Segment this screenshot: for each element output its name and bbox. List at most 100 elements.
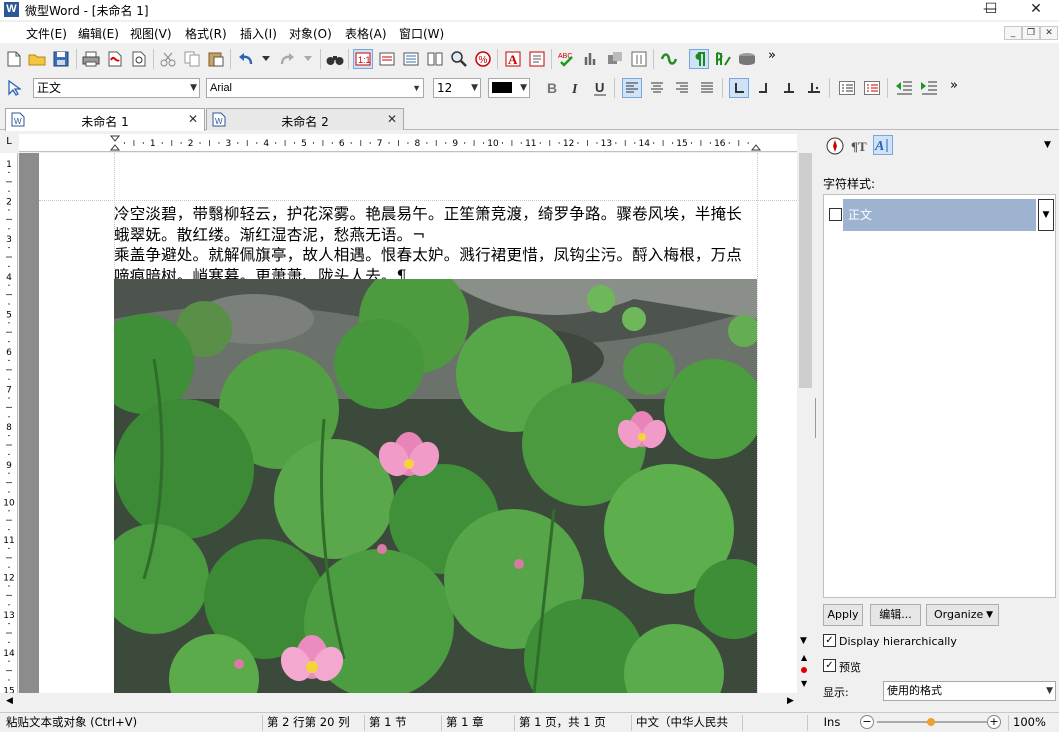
format-toolbar-overflow-icon[interactable]: » (950, 78, 958, 93)
open-folder-icon[interactable] (27, 49, 47, 69)
font-family-select[interactable]: Arial ▼ (206, 78, 424, 98)
zoom-icon[interactable] (449, 49, 469, 69)
lotus-pond-image[interactable] (114, 279, 757, 693)
frame-icon[interactable] (737, 49, 757, 69)
style-checkbox[interactable] (829, 208, 842, 221)
menu-file[interactable]: 文件(E) (26, 25, 67, 42)
normal-view-icon[interactable] (377, 49, 397, 69)
italic-icon[interactable]: I (566, 78, 586, 98)
apply-button[interactable]: Apply (823, 604, 863, 626)
zoom-percent-icon[interactable]: % (473, 49, 493, 69)
right-indent-marker[interactable] (750, 144, 762, 151)
multi-page-view-icon[interactable] (425, 49, 445, 69)
vertical-scroll-thumb[interactable] (799, 153, 812, 388)
horizontal-scrollbar[interactable] (0, 694, 814, 711)
paragraph-style-select[interactable]: 正文 ▼ (33, 78, 200, 98)
document-page[interactable]: 冷空淡碧，带翳柳轻云，护花深雾。艳晨易午。正笙箫竞渡，绮罗争路。骤卷风埃，半掩长… (39, 153, 797, 693)
status-insert-mode[interactable]: Ins (807, 715, 852, 731)
preview-checkbox[interactable]: ✓ (823, 659, 836, 672)
print-preview-icon[interactable] (129, 49, 149, 69)
panel-menu-chevron-icon[interactable]: ▼ (1044, 140, 1051, 150)
character-styles-icon[interactable]: A (873, 135, 893, 155)
format-painter-icon[interactable] (629, 49, 649, 69)
tab-close-icon[interactable]: ✕ (387, 112, 397, 126)
menu-edit[interactable]: 编辑(E) (78, 25, 119, 42)
vertical-ruler[interactable]: 1 2 3 4 5 6 7 8 9 10 11 12 13 14 15 (0, 153, 18, 719)
zoom-slider-thumb[interactable] (927, 718, 935, 726)
align-right-icon[interactable] (672, 78, 692, 98)
find-binoculars-icon[interactable] (325, 49, 345, 69)
tab-stop-selector[interactable]: L (0, 134, 18, 152)
underline-icon[interactable]: U (590, 78, 610, 98)
tab-document-1[interactable]: W 未命名 1 ✕ (5, 108, 205, 131)
object-icon[interactable] (605, 49, 625, 69)
status-zoom[interactable]: 100% (1008, 715, 1058, 731)
new-document-icon[interactable] (4, 49, 24, 69)
display-hierarchically-checkbox[interactable]: ✓ (823, 634, 836, 647)
chevron-down-icon[interactable]: ▼ (1038, 199, 1054, 231)
scroll-down-icon[interactable]: ▼ (800, 636, 807, 646)
tab-left-icon[interactable] (729, 78, 749, 98)
align-left-icon[interactable] (622, 78, 642, 98)
toolbar-overflow-icon[interactable]: » (768, 48, 776, 63)
paragraph-styles-icon[interactable]: ¶T (850, 136, 870, 156)
zoom-in-icon[interactable]: + (987, 715, 1001, 729)
document-text[interactable]: 冷空淡碧，带翳柳轻云，护花深雾。艳晨易午。正笙箫竞渡，绮罗争路。骤卷风埃，半掩长… (114, 204, 760, 286)
bold-icon[interactable]: B (542, 78, 562, 98)
tab-close-icon[interactable]: ✕ (188, 112, 198, 126)
navigator-compass-icon[interactable] (825, 136, 845, 156)
tab-document-2[interactable]: W 未命名 2 ✕ (206, 108, 404, 130)
track-changes-icon[interactable] (659, 49, 679, 69)
spell-check-icon[interactable]: ABC (557, 49, 577, 69)
previous-page-icon[interactable]: ▲ (801, 653, 807, 662)
browse-object-icon[interactable] (801, 667, 807, 673)
font-dialog-icon[interactable]: A (503, 49, 523, 69)
menu-object[interactable]: 对象(O) (289, 25, 332, 42)
font-size-select[interactable]: 12 ▼ (433, 78, 481, 98)
first-line-indent-marker[interactable] (109, 135, 121, 142)
page-layout-view-icon[interactable]: 1:1 (353, 49, 373, 69)
cut-icon[interactable] (158, 49, 178, 69)
text-boundaries-icon[interactable] (713, 49, 733, 69)
edit-style-button[interactable]: 编辑... (870, 604, 921, 626)
save-icon[interactable] (51, 49, 71, 69)
menu-insert[interactable]: 插入(I) (240, 25, 277, 42)
word-count-icon[interactable] (581, 49, 601, 69)
left-indent-marker[interactable] (109, 144, 121, 151)
tab-decimal-icon[interactable] (804, 78, 824, 98)
status-language[interactable]: 中文（中华人民共 (631, 715, 737, 731)
scroll-left-icon[interactable]: ◀ (6, 696, 13, 706)
menu-window[interactable]: 窗口(W) (399, 25, 444, 42)
copy-icon[interactable] (182, 49, 202, 69)
tab-right-icon[interactable] (754, 78, 774, 98)
align-center-icon[interactable] (647, 78, 667, 98)
align-justify-icon[interactable] (697, 78, 717, 98)
undo-icon[interactable] (236, 49, 256, 69)
full-page-view-icon[interactable] (401, 49, 421, 69)
redo-dropdown-icon[interactable] (298, 49, 318, 69)
style-list-item-selected[interactable]: 正文 (843, 199, 1036, 231)
export-pdf-icon[interactable] (105, 49, 125, 69)
show-formatting-marks-icon[interactable] (689, 49, 709, 69)
menu-view[interactable]: 视图(V) (130, 25, 172, 42)
organize-button[interactable]: Organize ▼ (926, 604, 999, 626)
mdi-restore-button[interactable]: ❐ (1022, 26, 1040, 40)
close-button[interactable]: ✕ (1013, 0, 1059, 20)
scroll-right-icon[interactable]: ▶ (787, 696, 794, 706)
font-color-select[interactable]: ▼ (488, 78, 530, 98)
print-icon[interactable] (81, 49, 101, 69)
menu-table[interactable]: 表格(A) (345, 25, 387, 42)
next-page-icon[interactable]: ▼ (801, 679, 807, 688)
paragraph-dialog-icon[interactable] (527, 49, 547, 69)
mdi-close-button[interactable]: ✕ (1040, 26, 1058, 40)
paste-icon[interactable] (206, 49, 226, 69)
decrease-indent-icon[interactable] (894, 78, 914, 98)
increase-indent-icon[interactable] (919, 78, 939, 98)
numbered-list-icon[interactable] (862, 78, 882, 98)
menu-format[interactable]: 格式(R) (185, 25, 227, 42)
tab-center-icon[interactable] (779, 78, 799, 98)
mdi-minimize-button[interactable]: _ (1004, 26, 1022, 40)
zoom-out-icon[interactable]: − (860, 715, 874, 729)
redo-icon[interactable] (277, 49, 297, 69)
character-style-list[interactable]: 正文 ▼ (823, 194, 1056, 598)
